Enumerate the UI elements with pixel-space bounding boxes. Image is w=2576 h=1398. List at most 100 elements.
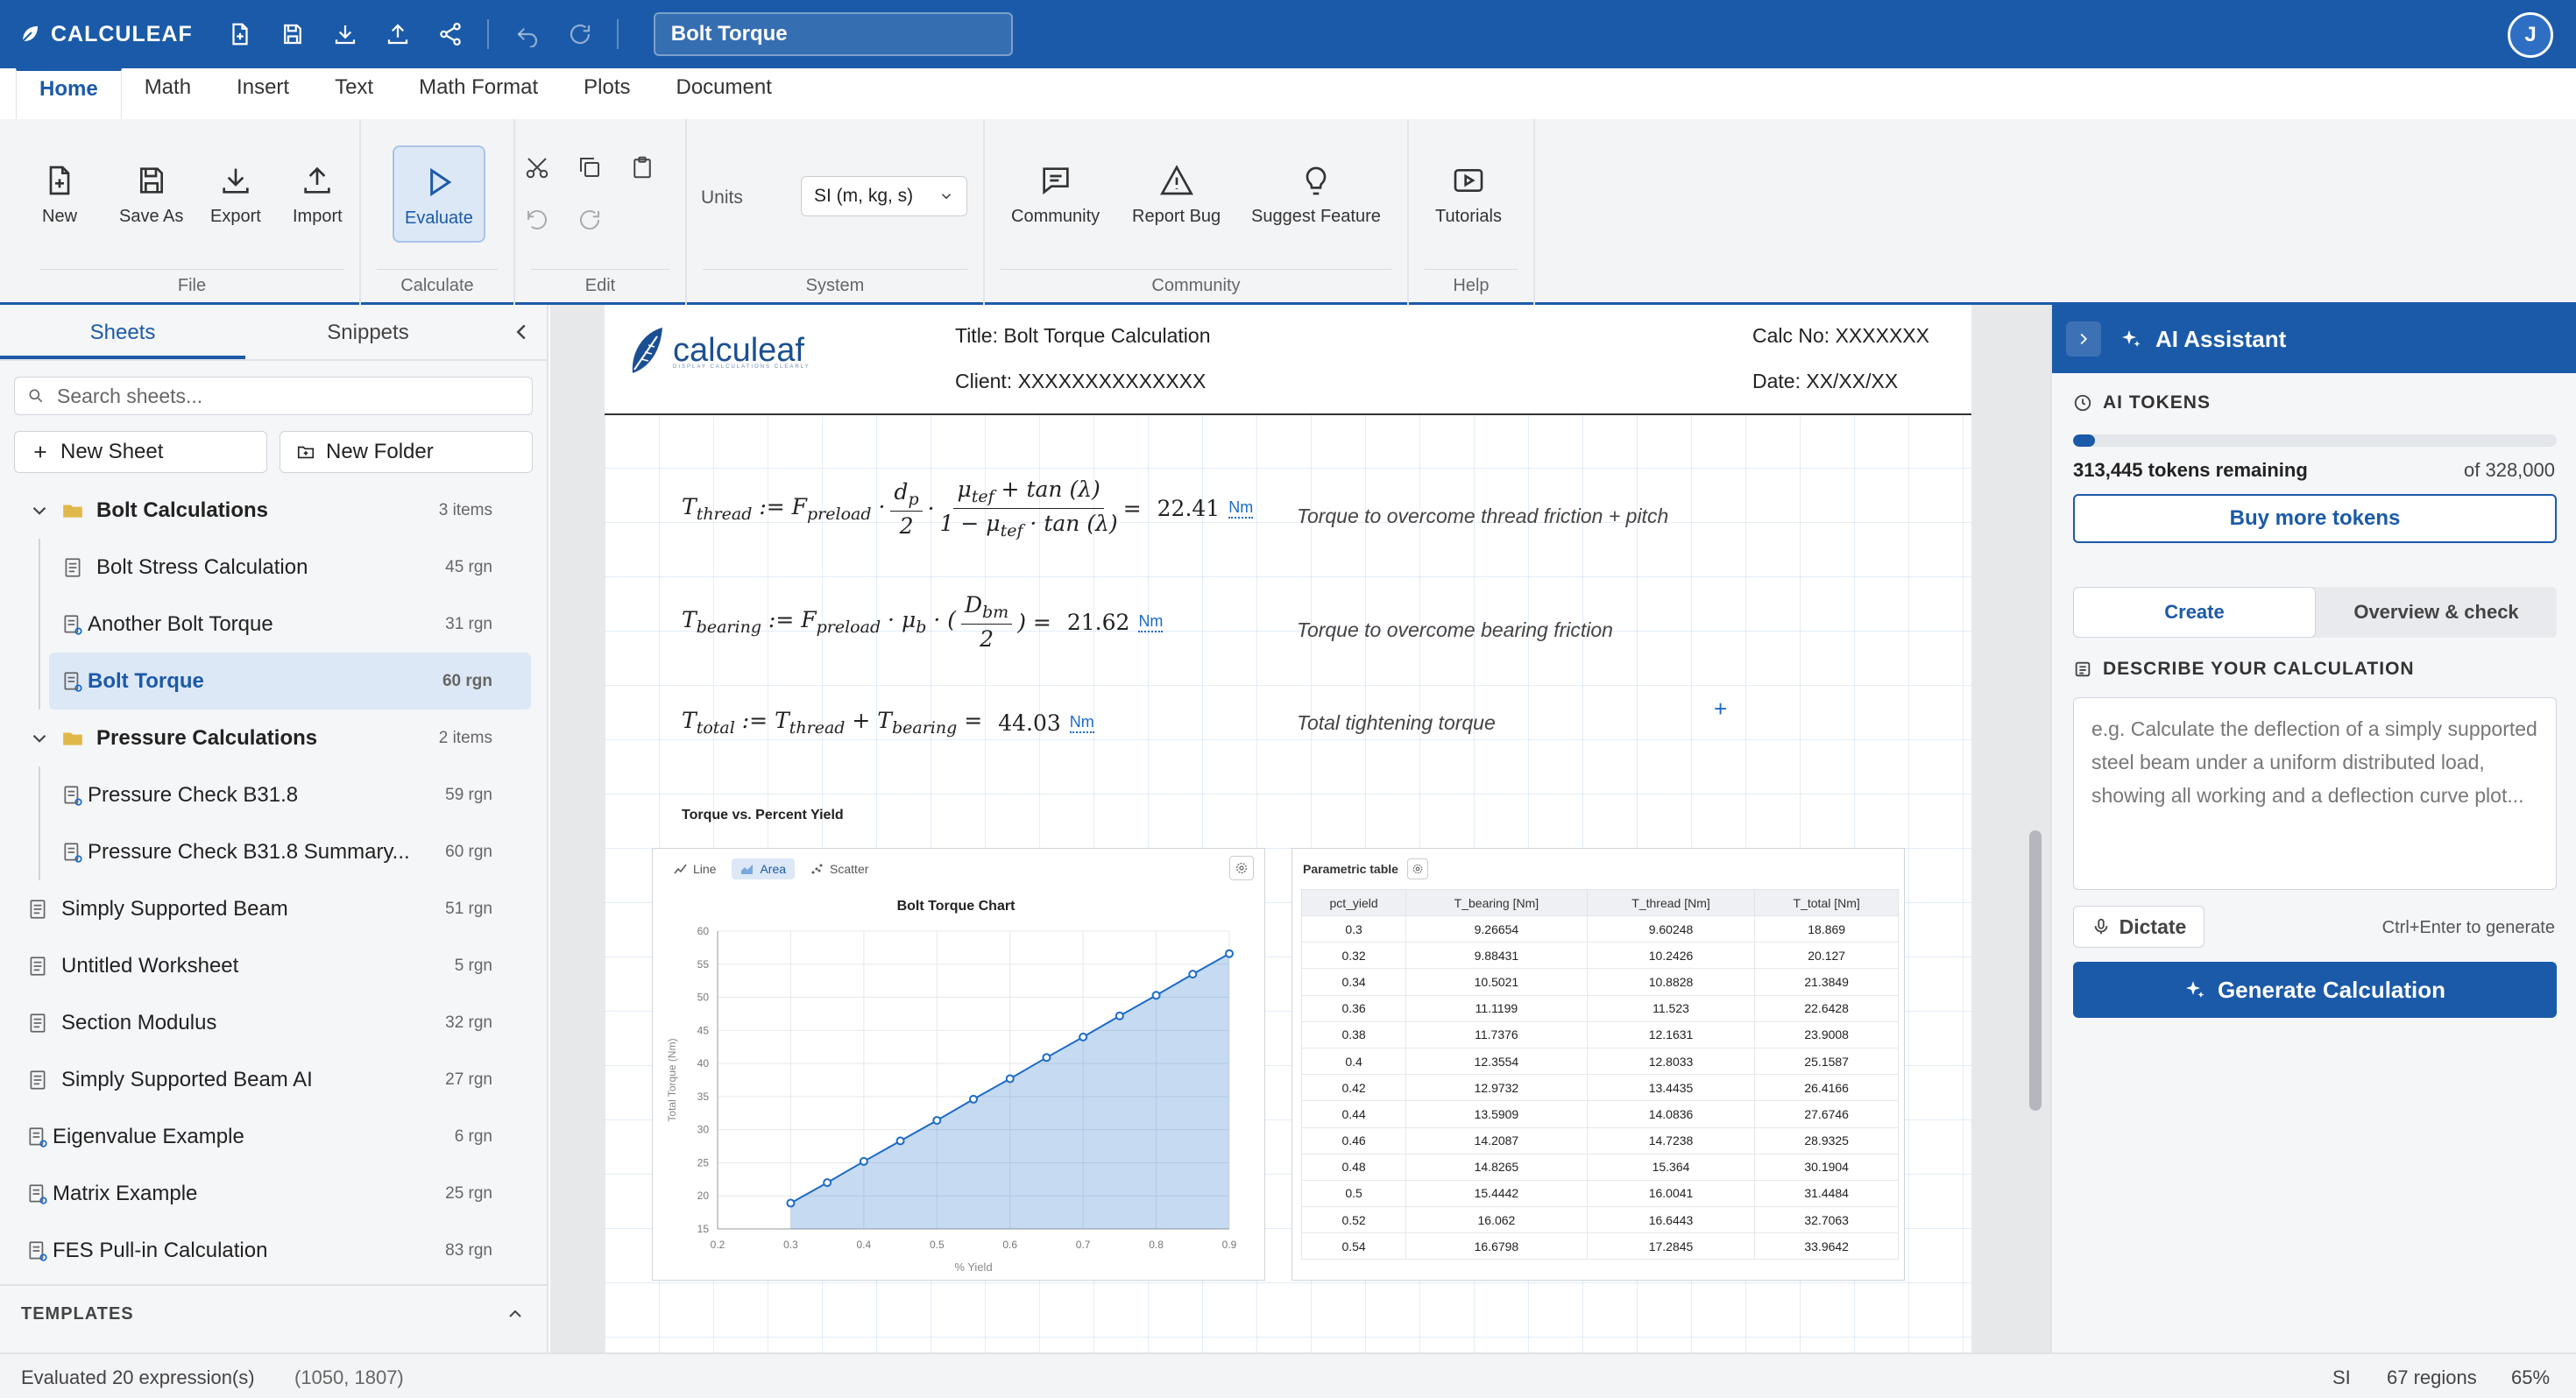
column-header[interactable]: T_total [Nm] bbox=[1754, 889, 1899, 916]
table-cell[interactable]: 9.60248 bbox=[1586, 914, 1756, 943]
sheet-title[interactable]: Title: Bolt Torque Calculation bbox=[955, 324, 1211, 348]
table-cell[interactable]: 0.42 bbox=[1300, 1074, 1407, 1102]
paste-icon[interactable] bbox=[629, 154, 655, 180]
new-sheet-button[interactable]: New Sheet bbox=[14, 431, 267, 473]
table-cell[interactable]: 0.34 bbox=[1300, 968, 1407, 996]
templates-section-header[interactable]: TEMPLATES bbox=[0, 1284, 547, 1342]
plot-mode-scatter[interactable]: Scatter bbox=[802, 858, 877, 879]
equation-unit[interactable]: Nm bbox=[1138, 612, 1164, 632]
table-cell[interactable]: 14.2087 bbox=[1405, 1126, 1588, 1154]
table-cell[interactable]: 0.32 bbox=[1300, 942, 1407, 970]
equation-unit[interactable]: Nm bbox=[1069, 713, 1094, 733]
evaluate-button[interactable]: Evaluate bbox=[393, 145, 485, 243]
sidebar-item-another-bolt-torque[interactable]: Another Bolt Torque 31 rgn bbox=[0, 596, 547, 653]
undo-icon[interactable] bbox=[513, 20, 541, 48]
table-cell[interactable]: 10.5021 bbox=[1405, 968, 1588, 996]
plot-mode-line[interactable]: Line bbox=[665, 858, 725, 879]
document-title-input[interactable]: Bolt Torque bbox=[653, 12, 1013, 56]
table-cell[interactable]: 26.4166 bbox=[1754, 1074, 1899, 1102]
equation-t-total[interactable]: Ttotal := Tthread + Tbearing = 44.03 Nm bbox=[682, 708, 1094, 738]
report-bug-button[interactable]: Report Bug bbox=[1132, 163, 1221, 227]
sheet-calc-no[interactable]: Calc No: XXXXXXX bbox=[1752, 324, 1929, 348]
undo-icon[interactable] bbox=[524, 207, 550, 233]
table-cell[interactable]: 13.5909 bbox=[1405, 1100, 1588, 1128]
plot-settings-button[interactable] bbox=[1229, 856, 1254, 880]
sidebar-item-section-modulus[interactable]: Section Modulus 32 rgn bbox=[0, 994, 547, 1051]
dictate-button[interactable]: Dictate bbox=[2073, 906, 2204, 948]
equation-t-thread[interactable]: Tthread := Fpreload · dp 2 · μtef + tan (… bbox=[682, 477, 1254, 540]
sidebar-item-bolt-stress-calculation[interactable]: Bolt Stress Calculation 45 rgn bbox=[0, 539, 547, 596]
export-button[interactable]: Export bbox=[210, 163, 261, 227]
save-icon[interactable] bbox=[279, 20, 307, 48]
equation-t-bearing[interactable]: Tbearing := Fpreload · μb · ( Dbm 2 ) = 2… bbox=[682, 592, 1164, 652]
share-icon[interactable] bbox=[436, 20, 464, 48]
table-cell[interactable]: 33.9642 bbox=[1754, 1232, 1899, 1260]
table-cell[interactable]: 12.3554 bbox=[1405, 1047, 1588, 1076]
column-header[interactable]: T_thread [Nm] bbox=[1586, 889, 1756, 916]
vertical-scrollbar[interactable] bbox=[2029, 830, 2042, 1111]
sheet-date[interactable]: Date: XX/XX/XX bbox=[1752, 370, 1898, 393]
table-cell[interactable]: 9.26654 bbox=[1405, 914, 1588, 943]
table-cell[interactable]: 14.7238 bbox=[1586, 1126, 1756, 1154]
table-cell[interactable]: 30.1904 bbox=[1754, 1153, 1899, 1181]
generate-calculation-button[interactable]: Generate Calculation bbox=[2073, 962, 2557, 1018]
cut-icon[interactable] bbox=[524, 154, 550, 180]
suggest-feature-button[interactable]: Suggest Feature bbox=[1251, 163, 1381, 227]
table-cell[interactable]: 10.2426 bbox=[1586, 942, 1756, 970]
units-select[interactable]: SI (m, kg, s) bbox=[801, 176, 967, 216]
sidebar-item-pressure-check-b31-8[interactable]: Pressure Check B31.8 59 rgn bbox=[0, 766, 547, 823]
redo-icon[interactable] bbox=[577, 207, 603, 233]
import-button[interactable]: Import bbox=[293, 163, 343, 227]
sidebar-item-matrix-example[interactable]: Matrix Example 25 rgn bbox=[0, 1165, 547, 1222]
copy-icon[interactable] bbox=[577, 154, 603, 180]
new-folder-button[interactable]: New Folder bbox=[280, 431, 533, 473]
sidebar-item-fes-pull-in-calculation[interactable]: FES Pull-in Calculation 83 rgn bbox=[0, 1222, 547, 1279]
table-cell[interactable]: 0.36 bbox=[1300, 994, 1407, 1022]
sidebar-item-eigenvalue-example[interactable]: Eigenvalue Example 6 rgn bbox=[0, 1108, 547, 1165]
equation-comment[interactable]: Torque to overcome bearing friction bbox=[1297, 618, 1613, 642]
table-cell[interactable]: 32.7063 bbox=[1754, 1206, 1899, 1234]
table-cell[interactable]: 31.4484 bbox=[1754, 1179, 1899, 1208]
sheet-client[interactable]: Client: XXXXXXXXXXXXXX bbox=[955, 370, 1206, 393]
equation-comment[interactable]: Total tightening torque bbox=[1297, 711, 1496, 735]
zoom-level[interactable]: 65% bbox=[2511, 1366, 2550, 1389]
table-cell[interactable]: 12.9732 bbox=[1405, 1074, 1588, 1102]
table-cell[interactable]: 28.9325 bbox=[1754, 1126, 1899, 1154]
table-cell[interactable]: 22.6428 bbox=[1754, 994, 1899, 1022]
table-cell[interactable]: 0.48 bbox=[1300, 1153, 1407, 1181]
column-header[interactable]: pct_yield bbox=[1300, 889, 1407, 916]
equation-comment[interactable]: Torque to overcome thread friction + pit… bbox=[1297, 505, 1668, 528]
chevron-left-icon[interactable] bbox=[508, 319, 534, 345]
table-cell[interactable]: 12.1631 bbox=[1586, 1020, 1756, 1048]
worksheet-page[interactable]: calculeaf DISPLAY CALCULATIONS CLEARLY T… bbox=[605, 305, 1971, 1352]
equation-unit[interactable]: Nm bbox=[1228, 498, 1254, 519]
table-cell[interactable]: 0.44 bbox=[1300, 1100, 1407, 1128]
table-cell[interactable]: 16.6798 bbox=[1405, 1232, 1588, 1260]
new-button[interactable]: New bbox=[42, 163, 77, 227]
new-file-icon[interactable] bbox=[226, 20, 254, 48]
table-cell[interactable]: 16.062 bbox=[1405, 1206, 1588, 1234]
table-cell[interactable]: 27.6746 bbox=[1754, 1100, 1899, 1128]
tab-math[interactable]: Math bbox=[122, 68, 214, 119]
sidebar-item-simply-supported-beam[interactable]: Simply Supported Beam 51 rgn bbox=[0, 880, 547, 937]
tab-overview-check[interactable]: Overview & check bbox=[2316, 587, 2557, 638]
table-cell[interactable]: 13.4435 bbox=[1586, 1074, 1756, 1102]
community-button[interactable]: Community bbox=[1011, 163, 1100, 227]
tab-home[interactable]: Home bbox=[16, 68, 122, 119]
table-cell[interactable]: 0.4 bbox=[1300, 1047, 1407, 1076]
table-cell[interactable]: 20.127 bbox=[1754, 942, 1899, 970]
search-sheets-input[interactable]: Search sheets... bbox=[14, 377, 533, 415]
table-cell[interactable]: 14.8265 bbox=[1405, 1153, 1588, 1181]
table-cell[interactable]: 16.0041 bbox=[1586, 1179, 1756, 1208]
worksheet-canvas[interactable]: calculeaf DISPLAY CALCULATIONS CLEARLY T… bbox=[550, 305, 2050, 1352]
redo-icon[interactable] bbox=[566, 20, 594, 48]
tab-sheets[interactable]: Sheets bbox=[0, 305, 245, 359]
table-cell[interactable]: 17.2845 bbox=[1586, 1232, 1756, 1260]
upload-icon[interactable] bbox=[384, 20, 412, 48]
insert-cursor-plus[interactable]: + bbox=[1714, 695, 1727, 723]
table-cell[interactable]: 12.8033 bbox=[1586, 1047, 1756, 1076]
table-cell[interactable]: 16.6443 bbox=[1586, 1206, 1756, 1234]
table-cell[interactable]: 25.1587 bbox=[1754, 1047, 1899, 1076]
folder-pressure-calculations[interactable]: Pressure Calculations 2 items bbox=[0, 710, 547, 766]
sidebar-item-untitled-worksheet[interactable]: Untitled Worksheet 5 rgn bbox=[0, 937, 547, 994]
